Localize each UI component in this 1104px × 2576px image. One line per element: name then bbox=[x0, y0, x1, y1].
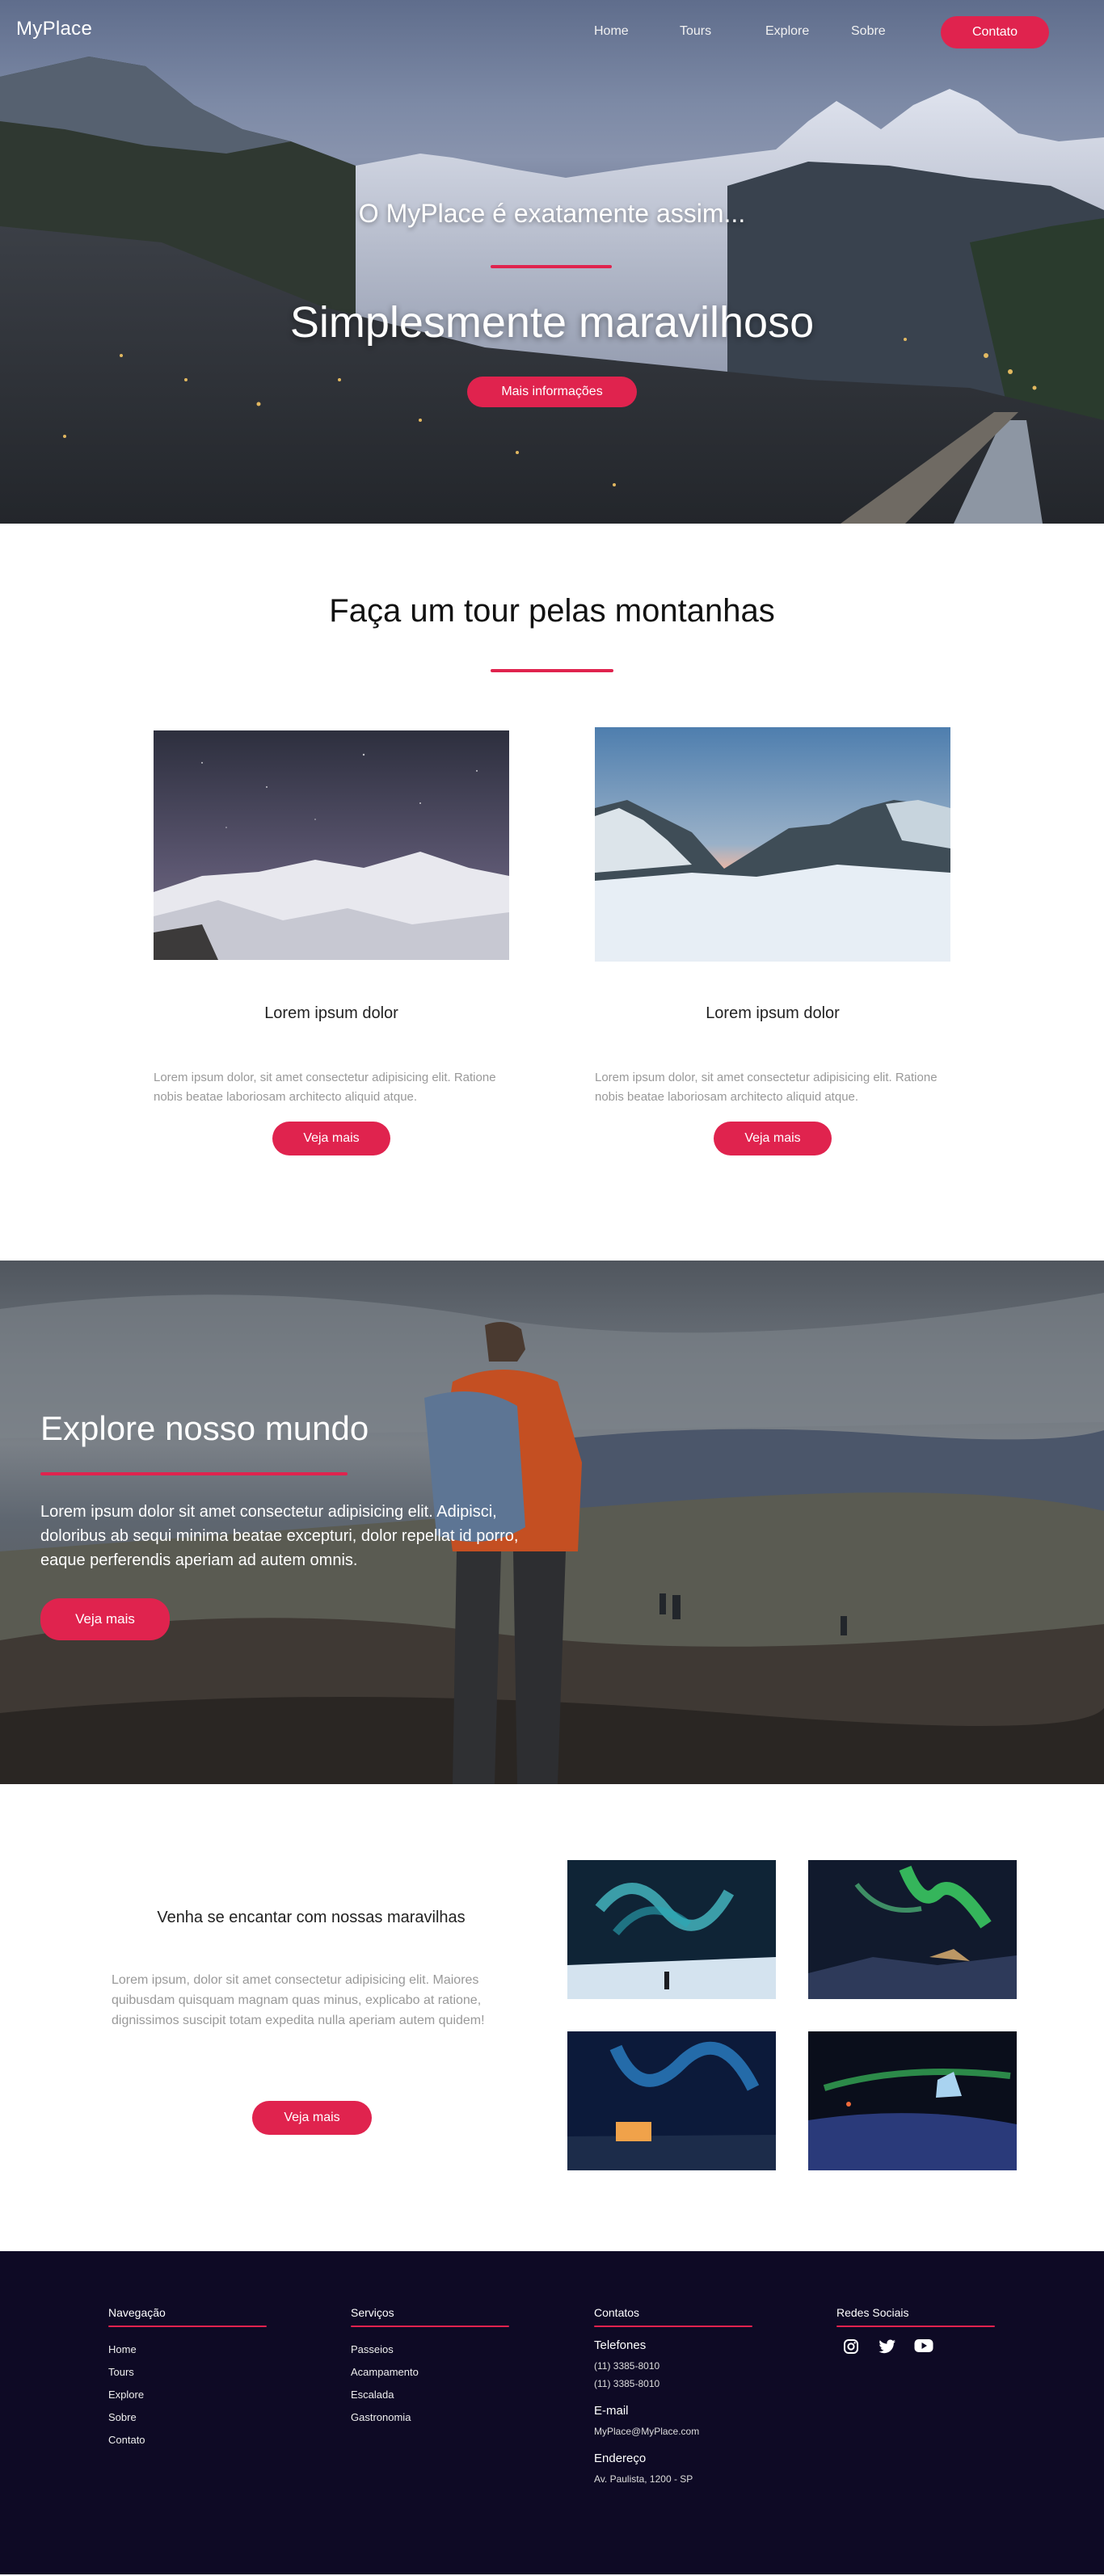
nav-links: Home Tours Explore Sobre bbox=[594, 24, 937, 39]
aurora-photo-2 bbox=[808, 1860, 1017, 1999]
footer-link-tours[interactable]: Tours bbox=[108, 2361, 267, 2384]
explore-divider bbox=[40, 1472, 348, 1475]
explore-text: Lorem ipsum dolor sit amet consectetur a… bbox=[40, 1503, 519, 1569]
address-text: Av. Paulista, 1200 - SP bbox=[594, 2473, 693, 2485]
card-title: Lorem ipsum dolor bbox=[264, 1004, 398, 1022]
explore-title: Explore nosso mundo bbox=[40, 1409, 369, 1447]
instagram-icon[interactable] bbox=[843, 2338, 862, 2358]
footer-link-passeios[interactable]: Passeios bbox=[351, 2338, 509, 2361]
tour-title: Faça um tour pelas montanhas bbox=[329, 593, 775, 629]
footer-social-column: Redes Sociais bbox=[836, 2306, 995, 2358]
glacier-mountain-image bbox=[595, 727, 950, 962]
footer-heading: Navegação bbox=[108, 2306, 166, 2319]
aurora-text: Lorem ipsum, dolor sit amet consectetur … bbox=[112, 1973, 485, 2027]
tour-card: Lorem ipsum dolor Lorem ipsum dolor, sit… bbox=[595, 727, 950, 1155]
twitter-icon[interactable] bbox=[879, 2338, 898, 2358]
hero-section: MyPlace Home Tours Explore Sobre Contato… bbox=[0, 0, 1104, 524]
more-info-button[interactable]: Mais informações bbox=[467, 377, 637, 407]
aurora-section: Venha se encantar com nossas maravilhas … bbox=[0, 1784, 1104, 2251]
card-title: Lorem ipsum dolor bbox=[706, 1004, 840, 1022]
aurora-photo-4 bbox=[808, 2031, 1017, 2170]
footer-link-gastronomia[interactable]: Gastronomia bbox=[351, 2406, 509, 2429]
top-navbar: MyPlace Home Tours Explore Sobre Contato bbox=[0, 0, 1104, 65]
nav-link-explore[interactable]: Explore bbox=[765, 24, 851, 39]
email-address[interactable]: MyPlace@MyPlace.com bbox=[594, 2422, 752, 2440]
aurora-photo-1 bbox=[567, 1860, 776, 1999]
tour-section: Faça um tour pelas montanhas Lorem ipsum… bbox=[0, 524, 1104, 1261]
footer-heading: Contatos bbox=[594, 2306, 640, 2319]
nav-link-home[interactable]: Home bbox=[594, 24, 680, 39]
hero-title: Simplesmente maravilhoso bbox=[289, 298, 815, 347]
card-see-more-button[interactable]: Veja mais bbox=[714, 1122, 832, 1155]
footer-link-escalada[interactable]: Escalada bbox=[351, 2384, 509, 2406]
footer-divider bbox=[108, 2326, 267, 2327]
footer-link-home[interactable]: Home bbox=[108, 2338, 267, 2361]
footer-divider bbox=[351, 2326, 509, 2327]
address-label: Endereço bbox=[594, 2452, 647, 2465]
footer-link-sobre[interactable]: Sobre bbox=[108, 2406, 267, 2429]
footer-link-contato[interactable]: Contato bbox=[108, 2429, 267, 2452]
email-label: E-mail bbox=[594, 2404, 629, 2418]
brand-logo[interactable]: MyPlace bbox=[16, 18, 92, 40]
footer: Navegação Home Tours Explore Sobre Conta… bbox=[0, 2251, 1104, 2574]
aurora-see-more-button[interactable]: Veja mais bbox=[252, 2101, 372, 2135]
hero-subtitle: O MyPlace é exatamente assim... bbox=[358, 199, 746, 228]
tour-card: Lorem ipsum dolor Lorem ipsum dolor, sit… bbox=[154, 730, 509, 1155]
phone-number: (11) 3385-8010 bbox=[594, 2360, 660, 2372]
mountain-village-image bbox=[0, 57, 1104, 524]
phones-label: Telefones bbox=[594, 2338, 647, 2352]
tour-divider bbox=[491, 669, 613, 672]
aurora-photo-3 bbox=[567, 2031, 776, 2170]
footer-heading: Serviços bbox=[351, 2306, 394, 2319]
footer-contacts-column: Contatos Telefones (11) 3385-8010 (11) 3… bbox=[594, 2306, 752, 2488]
card-text: Lorem ipsum dolor, sit amet consectetur … bbox=[595, 1071, 938, 1104]
footer-navigation-column: Navegação Home Tours Explore Sobre Conta… bbox=[108, 2306, 267, 2452]
footer-link-explore[interactable]: Explore bbox=[108, 2384, 267, 2406]
footer-divider bbox=[594, 2326, 752, 2327]
hero-divider bbox=[491, 265, 612, 268]
card-text: Lorem ipsum dolor, sit amet consectetur … bbox=[154, 1071, 496, 1104]
explore-section: Explore nosso mundo Lorem ipsum dolor si… bbox=[0, 1261, 1104, 1784]
nav-link-sobre[interactable]: Sobre bbox=[851, 24, 937, 39]
footer-heading: Redes Sociais bbox=[836, 2306, 909, 2319]
social-icons bbox=[836, 2338, 995, 2358]
footer-divider bbox=[836, 2326, 995, 2327]
phone-number: (11) 3385-8010 bbox=[594, 2378, 660, 2389]
footer-link-acampamento[interactable]: Acampamento bbox=[351, 2361, 509, 2384]
footer-services-column: Serviços Passeios Acampamento Escalada G… bbox=[351, 2306, 509, 2429]
explore-see-more-button[interactable]: Veja mais bbox=[40, 1598, 170, 1640]
card-see-more-button[interactable]: Veja mais bbox=[272, 1122, 390, 1155]
contact-button[interactable]: Contato bbox=[941, 16, 1049, 48]
aurora-title: Venha se encantar com nossas maravilhas bbox=[157, 1909, 466, 1926]
youtube-icon[interactable] bbox=[914, 2338, 933, 2358]
starry-mountain-image bbox=[154, 730, 509, 960]
nav-link-tours[interactable]: Tours bbox=[680, 24, 765, 39]
